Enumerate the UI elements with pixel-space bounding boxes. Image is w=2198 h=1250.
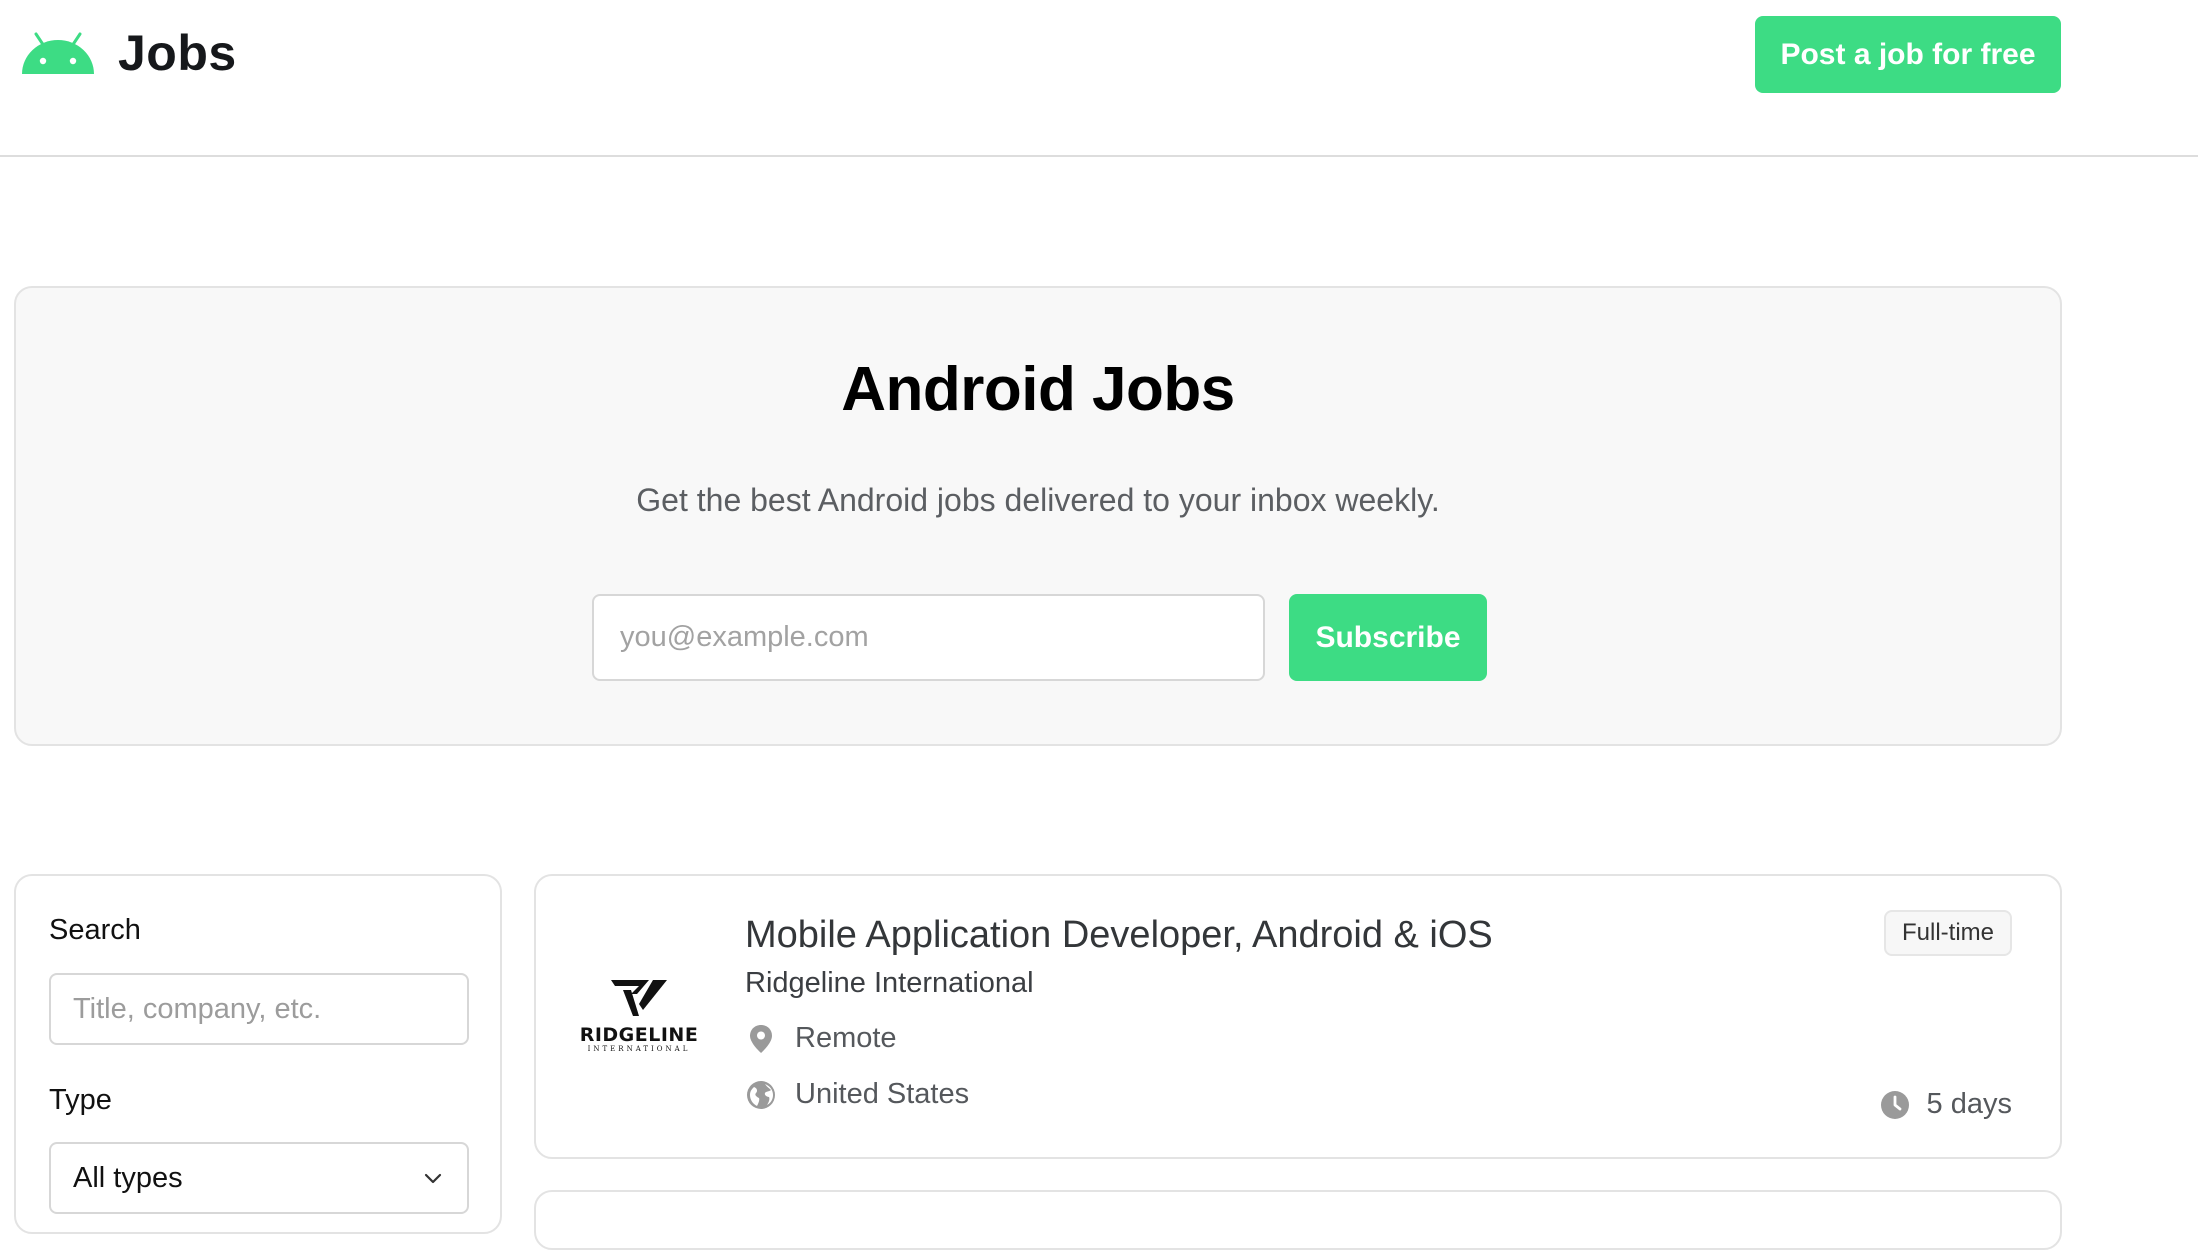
job-age-text: 5 days bbox=[1926, 1088, 2012, 1120]
brand-name[interactable]: Jobs bbox=[118, 24, 237, 82]
globe-icon bbox=[747, 1080, 775, 1109]
job-age: 5 days bbox=[1879, 1088, 2012, 1121]
search-label: Search bbox=[49, 914, 141, 946]
company-logo: RIDGELINE INTERNATIONAL bbox=[580, 976, 698, 1056]
chevron-down-icon bbox=[424, 1173, 442, 1184]
newsletter-hero: Android Jobs Get the best Android jobs d… bbox=[14, 286, 2062, 746]
subscribe-button[interactable]: Subscribe bbox=[1289, 594, 1487, 681]
job-location: Remote bbox=[745, 1022, 897, 1055]
type-select-value: All types bbox=[73, 1161, 183, 1194]
job-title[interactable]: Mobile Application Developer, Android & … bbox=[745, 914, 1493, 957]
clock-icon bbox=[1880, 1090, 1909, 1119]
site-header: Jobs Post a job for free bbox=[0, 0, 2198, 157]
hero-subtitle: Get the best Android jobs delivered to y… bbox=[636, 482, 1440, 518]
job-country: United States bbox=[745, 1078, 969, 1111]
type-label: Type bbox=[49, 1084, 112, 1116]
job-company: Ridgeline International bbox=[745, 967, 1034, 999]
filters-panel: Search Type All types bbox=[14, 874, 502, 1234]
android-icon[interactable] bbox=[20, 30, 96, 76]
job-listing-card-next[interactable] bbox=[534, 1190, 2062, 1250]
post-job-button[interactable]: Post a job for free bbox=[1755, 16, 2061, 93]
type-select[interactable]: All types bbox=[49, 1142, 469, 1214]
job-location-text: Remote bbox=[795, 1022, 897, 1054]
map-pin-icon bbox=[750, 1024, 772, 1053]
job-country-text: United States bbox=[795, 1078, 970, 1110]
search-input[interactable] bbox=[49, 973, 469, 1045]
job-type-badge: Full-time bbox=[1883, 910, 2012, 956]
page-title: Android Jobs bbox=[841, 355, 1235, 424]
company-logo-word: RIDGELINE bbox=[579, 1024, 699, 1046]
job-listing-card[interactable]: RIDGELINE INTERNATIONAL Mobile Applicati… bbox=[534, 874, 2062, 1159]
ridgeline-logo-icon bbox=[611, 980, 667, 1016]
company-logo-subword: INTERNATIONAL bbox=[587, 1045, 691, 1053]
email-input[interactable] bbox=[592, 594, 1265, 681]
